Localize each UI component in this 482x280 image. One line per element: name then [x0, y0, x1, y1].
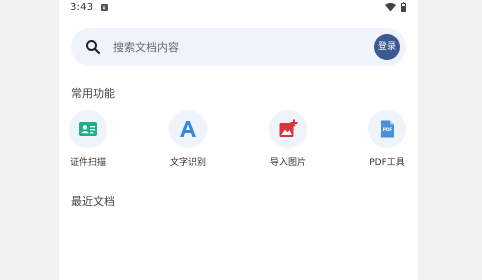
function-text-recognition[interactable]: 文字识别	[159, 110, 219, 172]
search-input[interactable]: 搜索文档内容	[113, 39, 179, 55]
wifi-icon	[385, 3, 396, 12]
id-card-icon	[69, 110, 107, 148]
status-bar: 3:43	[59, 0, 418, 17]
search-icon	[86, 40, 101, 55]
battery-icon	[401, 2, 406, 12]
function-label: 文字识别	[169, 158, 206, 168]
status-time: 3:43	[70, 2, 94, 13]
common-functions-title: 常用功能	[71, 87, 115, 100]
import-image-icon	[269, 110, 307, 148]
function-pdf-tool[interactable]: PDF PDF工具	[358, 110, 418, 172]
login-button[interactable]: 登录	[374, 34, 400, 60]
function-label: PDF工具	[369, 158, 405, 168]
function-import-image[interactable]: 导入图片	[259, 110, 319, 172]
notification-icon	[101, 4, 108, 11]
app-screen: 3:43 搜索文档内容 登录 常用功能 证件扫描 文字识别 导入图片 PDF P…	[59, 0, 418, 280]
pdf-tool-icon: PDF	[368, 110, 406, 148]
function-label: 证件扫描	[69, 158, 106, 168]
svg-text:PDF: PDF	[383, 127, 393, 132]
function-label: 导入图片	[269, 158, 306, 168]
function-id-scan[interactable]: 证件扫描	[59, 110, 119, 172]
search-bar[interactable]: 搜索文档内容 登录	[71, 28, 406, 66]
recent-documents-title: 最近文档	[71, 195, 115, 208]
text-recognition-icon	[169, 110, 207, 148]
